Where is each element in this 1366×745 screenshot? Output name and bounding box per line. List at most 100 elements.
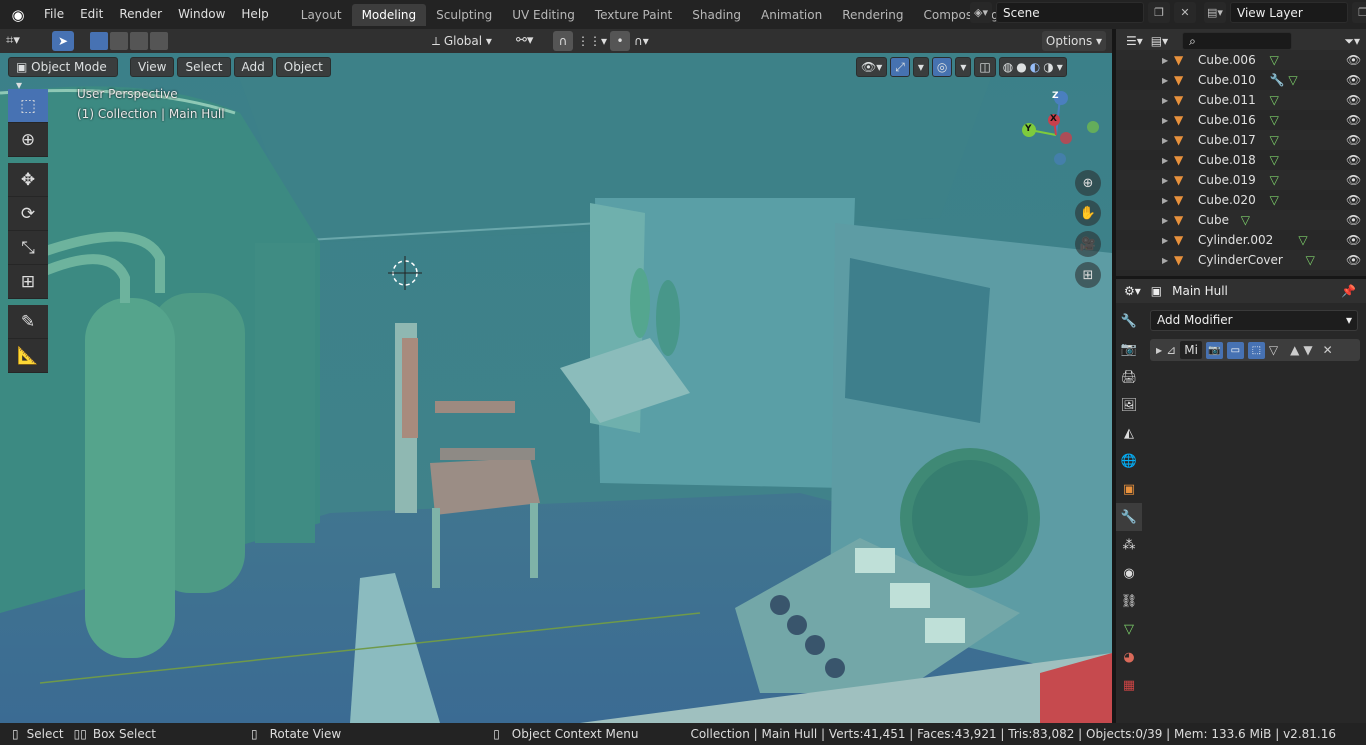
visibility-eye-icon[interactable]: 👁 xyxy=(1346,173,1361,187)
modifier-tab-icon[interactable]: 🔧 xyxy=(1116,503,1142,531)
new-view-layer-icon[interactable]: ❐ xyxy=(1352,2,1366,23)
expand-icon[interactable]: ▶ xyxy=(1162,56,1168,65)
physics-tab-icon[interactable]: ◉ xyxy=(1116,559,1142,587)
visibility-eye-icon[interactable]: 👁 xyxy=(1346,153,1361,167)
texture-tab-icon[interactable]: ▦ xyxy=(1116,671,1142,699)
add-modifier-dropdown[interactable]: Add Modifier ▾ xyxy=(1150,310,1358,331)
mesh-data-icon[interactable]: ▽ xyxy=(1306,253,1315,267)
data-tab-icon[interactable]: ▽ xyxy=(1116,615,1142,643)
outliner-editor-icon[interactable]: ☰▾ xyxy=(1126,34,1143,48)
menu-help[interactable]: Help xyxy=(233,0,276,29)
outliner-item[interactable]: ▶ ▼ Cube.018 ▽ 👁 xyxy=(1116,150,1366,170)
view-menu[interactable]: View xyxy=(130,57,175,77)
tab-animation[interactable]: Animation xyxy=(751,4,832,26)
visibility-eye-icon[interactable]: 👁 xyxy=(1346,73,1361,87)
constraints-tab-icon[interactable]: ⛓ xyxy=(1116,587,1142,615)
object-menu[interactable]: Object xyxy=(275,57,331,77)
visibility-eye-icon[interactable]: 👁 xyxy=(1346,133,1361,147)
overlay-menu-icon[interactable]: ▾ xyxy=(955,57,972,77)
grid-perspective-icon[interactable]: ⊞ xyxy=(1075,262,1101,288)
visibility-eye-icon[interactable]: 👁 xyxy=(1346,233,1361,247)
pivot-icon[interactable]: ⚯▾ xyxy=(516,31,533,51)
outliner-item[interactable]: ▶ ▼ Cube ▽ 👁 xyxy=(1116,210,1366,230)
visibility-eye-icon[interactable]: 👁 xyxy=(1346,93,1361,107)
wireframe-shading-icon[interactable]: ◍ xyxy=(1003,58,1013,76)
select-tool-icon[interactable]: ➤ xyxy=(52,31,74,51)
outliner-item[interactable]: ▶ ▼ Cube.016 ▽ 👁 xyxy=(1116,110,1366,130)
mesh-data-icon[interactable]: ▽ xyxy=(1270,153,1279,167)
mesh-data-icon[interactable]: ▽ xyxy=(1241,213,1250,227)
select-new-icon[interactable] xyxy=(90,32,108,50)
show-editmode-icon[interactable]: ⬚ xyxy=(1247,341,1265,359)
select-extend-icon[interactable] xyxy=(110,32,128,50)
mesh-data-icon[interactable]: ▽ xyxy=(1270,53,1279,67)
snap-icon[interactable]: ∩ xyxy=(553,31,573,51)
display-mode-icon[interactable]: ▤▾ xyxy=(1151,34,1168,48)
mesh-data-icon[interactable]: 🔧 ▽ xyxy=(1270,73,1298,87)
outliner-item[interactable]: ▶ ▼ Cube.010 🔧 ▽ 👁 xyxy=(1116,70,1366,90)
mesh-data-icon[interactable]: ▽ xyxy=(1270,93,1279,107)
3d-viewport[interactable]: Z Y X ▣ Object Mode ▾ View Select Add Ob… xyxy=(0,53,1112,723)
expand-icon[interactable]: ▶ xyxy=(1162,156,1168,165)
move-up-icon[interactable]: ▲ xyxy=(1290,343,1299,357)
camera-icon[interactable]: 🎥 xyxy=(1075,231,1101,257)
pin-icon[interactable]: 📌 xyxy=(1341,284,1356,298)
scene-name-field[interactable]: Scene xyxy=(996,2,1144,23)
pan-hand-icon[interactable]: ✋ xyxy=(1075,200,1101,226)
outliner-search-input[interactable]: ⌕ xyxy=(1182,32,1293,50)
visibility-eye-icon[interactable]: 👁 xyxy=(1346,213,1361,227)
visibility-eye-icon[interactable]: 👁 xyxy=(1346,113,1361,127)
expand-icon[interactable]: ▶ xyxy=(1162,176,1168,185)
shading-menu-icon[interactable]: ▾ xyxy=(1057,58,1063,76)
object-tab-icon[interactable]: ▣ xyxy=(1116,475,1142,503)
proportional-edit-icon[interactable]: • xyxy=(610,31,630,51)
move-icon[interactable]: ✥ xyxy=(8,163,48,197)
tab-layout[interactable]: Layout xyxy=(291,4,352,26)
menu-file[interactable]: File xyxy=(36,0,72,29)
expand-icon[interactable]: ▶ xyxy=(1162,76,1168,85)
menu-edit[interactable]: Edit xyxy=(72,0,111,29)
select-intersect-icon[interactable] xyxy=(150,32,168,50)
measure-icon[interactable]: 📐 xyxy=(8,339,48,373)
gizmo-menu-icon[interactable]: ▾ xyxy=(912,57,929,77)
outliner-item[interactable]: ▶ ▼ Cube.017 ▽ 👁 xyxy=(1116,130,1366,150)
properties-editor-icon[interactable]: ⚙▾ xyxy=(1124,284,1141,298)
xray-icon[interactable]: ◫ xyxy=(974,57,996,77)
outliner-item[interactable]: ▶ ▼ Cube.020 ▽ 👁 xyxy=(1116,190,1366,210)
visibility-eye-icon[interactable]: 👁 xyxy=(1346,193,1361,207)
visibility-eye-icon[interactable]: 👁 xyxy=(1346,253,1361,267)
select-menu[interactable]: Select xyxy=(177,57,231,77)
select-box-icon[interactable]: ⬚ xyxy=(8,89,48,123)
new-scene-icon[interactable]: ❐ xyxy=(1148,2,1170,23)
rotate-icon[interactable]: ⟳ xyxy=(8,197,48,231)
cursor-icon[interactable]: ⊕ xyxy=(8,123,48,157)
add-menu[interactable]: Add xyxy=(233,57,273,77)
filter-icon[interactable]: ⏷▾ xyxy=(1344,34,1360,49)
tab-texture-paint[interactable]: Texture Paint xyxy=(585,4,682,26)
annotate-icon[interactable]: ✎ xyxy=(8,305,48,339)
expand-modifier-icon[interactable]: ▶ xyxy=(1156,346,1162,355)
tab-shading[interactable]: Shading xyxy=(682,4,751,26)
expand-icon[interactable]: ▶ xyxy=(1162,236,1168,245)
mesh-data-icon[interactable]: ▽ xyxy=(1270,173,1279,187)
outliner-item[interactable]: ▶ ▼ Cylinder.002 ▽ 👁 xyxy=(1116,230,1366,250)
tab-modeling[interactable]: Modeling xyxy=(351,3,427,26)
scene-tab-icon[interactable]: ◭ xyxy=(1116,419,1142,447)
render-tab-icon[interactable]: 📷 xyxy=(1116,335,1142,363)
output-tab-icon[interactable]: 🖨 xyxy=(1116,363,1142,391)
expand-icon[interactable]: ▶ xyxy=(1162,96,1168,105)
cage-icon[interactable]: ▽ xyxy=(1269,343,1278,357)
tab-sculpting[interactable]: Sculpting xyxy=(426,4,502,26)
options-dropdown[interactable]: Options ▾ xyxy=(1042,31,1106,51)
outliner-item[interactable]: ▶ ▼ Cube.019 ▽ 👁 xyxy=(1116,170,1366,190)
zoom-icon[interactable]: ⊕ xyxy=(1075,170,1101,196)
menu-render[interactable]: Render xyxy=(111,0,170,29)
particles-tab-icon[interactable]: ⁂ xyxy=(1116,531,1142,559)
blender-logo-icon[interactable]: ◉ xyxy=(0,0,36,29)
view-layer-field[interactable]: View Layer xyxy=(1230,2,1348,23)
delete-scene-icon[interactable]: ✕ xyxy=(1174,2,1196,23)
snap-target-icon[interactable]: ⋮⋮▾ xyxy=(577,31,607,51)
falloff-icon[interactable]: ∩▾ xyxy=(634,31,649,51)
material-shading-icon[interactable]: ◐ xyxy=(1030,58,1040,76)
outliner-item[interactable]: ▶ ▼ CylinderCover ▽ 👁 xyxy=(1116,250,1366,270)
